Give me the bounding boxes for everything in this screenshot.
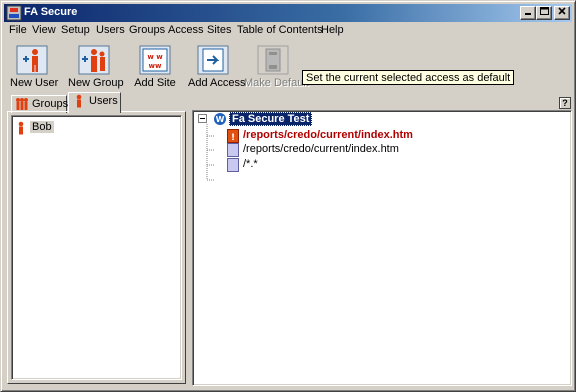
new-user-icon — [16, 45, 48, 75]
user-icon — [76, 94, 82, 108]
menu-file[interactable]: File — [9, 24, 27, 36]
user-icon — [18, 121, 24, 135]
window-title: FA Secure — [24, 6, 78, 18]
close-button[interactable] — [554, 6, 570, 20]
maximize-icon — [539, 7, 549, 15]
access-tree[interactable]: W Fa Secure Test ! /reports/credo/curren… — [192, 110, 572, 386]
collapse-toggle[interactable] — [198, 114, 207, 123]
users-tab-panel: Bob — [7, 111, 186, 384]
new-user-button[interactable]: New User — [10, 45, 59, 91]
svg-text:W: W — [216, 115, 225, 124]
tree-item[interactable]: /reports/credo/current/index.htm — [227, 143, 447, 157]
svg-text:!: ! — [231, 133, 235, 143]
tree-item[interactable]: ! /reports/credo/current/index.htm — [227, 129, 447, 143]
tree-item[interactable]: /*.* — [227, 158, 447, 172]
app-icon — [6, 5, 22, 21]
site-icon: W — [214, 113, 226, 125]
tab-users-label: Users — [89, 95, 118, 107]
user-name: Bob — [30, 121, 54, 133]
make-default-tooltip: Set the current selected access as defau… — [302, 70, 515, 85]
tree-item-label: /reports/credo/current/index.htm — [243, 129, 413, 141]
tree-root-label: Fa Secure Test — [229, 112, 313, 126]
menu-users[interactable]: Users — [96, 24, 125, 36]
title-bar[interactable]: FA Secure — [4, 4, 572, 22]
menu-access[interactable]: Access — [168, 24, 203, 36]
page-icon — [227, 158, 239, 172]
page-icon — [227, 143, 239, 157]
minimize-button[interactable] — [520, 6, 536, 20]
new-group-label: New Group — [68, 77, 124, 89]
app-window: FA Secure File View Setup Users Groups A… — [0, 0, 576, 392]
menu-setup[interactable]: Setup — [61, 24, 90, 36]
new-user-label: New User — [10, 77, 59, 89]
make-default-button[interactable]: Make Default — [244, 45, 309, 91]
menu-groups[interactable]: Groups — [129, 24, 165, 36]
tab-users[interactable]: Users — [68, 92, 121, 113]
menu-bar: File View Setup Users Groups Access Site… — [4, 22, 572, 39]
list-item[interactable]: Bob — [16, 120, 176, 136]
new-group-button[interactable]: New Group — [68, 45, 124, 91]
menu-view[interactable]: View — [32, 24, 56, 36]
new-group-icon — [78, 45, 110, 75]
tree-item-label: /*.* — [243, 158, 258, 170]
default-access-icon: ! — [227, 129, 239, 143]
add-access-label: Add Access — [188, 77, 246, 89]
add-site-button[interactable]: w w ww Add Site — [134, 45, 176, 91]
maximize-button[interactable] — [536, 6, 552, 20]
add-access-icon — [197, 45, 229, 75]
menu-table-of-contents[interactable]: Table of Contents — [237, 24, 323, 36]
make-default-icon — [257, 45, 289, 75]
close-icon — [558, 7, 566, 15]
groups-icon — [16, 98, 28, 110]
menu-sites[interactable]: Sites — [207, 24, 231, 36]
tree-item-label: /reports/credo/current/index.htm — [243, 143, 399, 155]
make-default-label: Make Default — [244, 77, 309, 89]
tab-groups-label: Groups — [32, 98, 69, 110]
minus-icon — [200, 118, 205, 119]
help-button[interactable]: ? — [559, 97, 571, 109]
add-site-icon: w w ww — [139, 45, 171, 75]
minimize-icon — [525, 13, 531, 15]
menu-help[interactable]: Help — [321, 24, 344, 36]
svg-text:w w: w w — [147, 53, 163, 61]
users-list[interactable]: Bob — [11, 115, 182, 380]
tree-root[interactable]: W Fa Secure Test — [213, 112, 343, 126]
svg-text:ww: ww — [149, 62, 162, 70]
add-access-button[interactable]: Add Access — [188, 45, 246, 91]
add-site-label: Add Site — [134, 77, 176, 89]
